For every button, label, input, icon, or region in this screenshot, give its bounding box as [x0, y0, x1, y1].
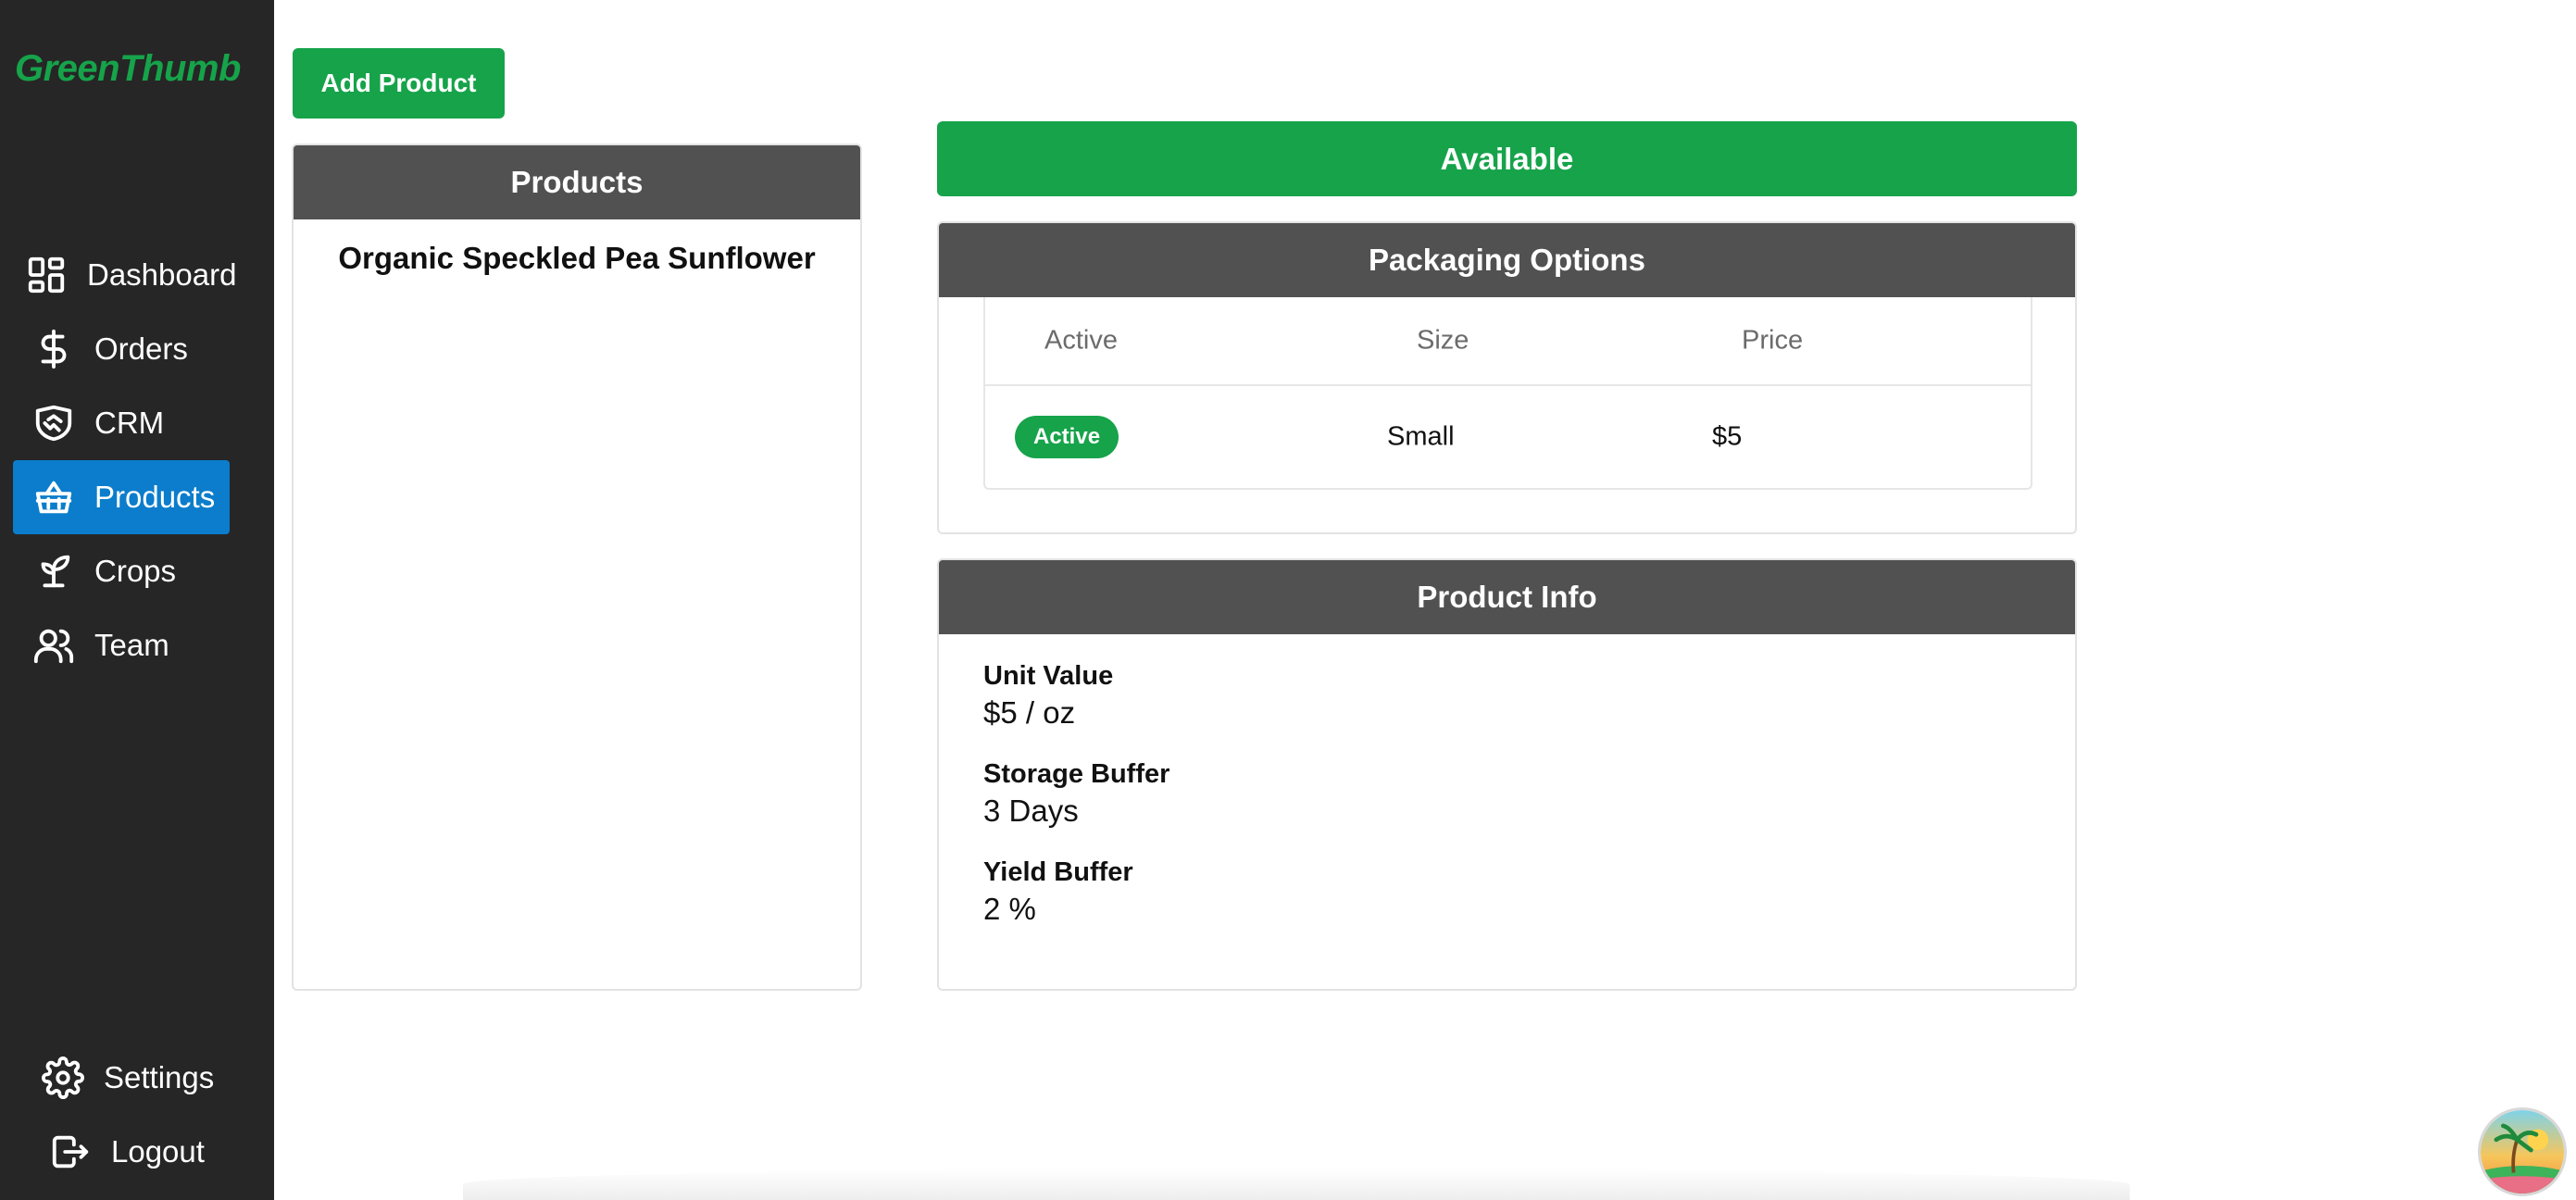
sidebar-item-label: Orders	[94, 331, 188, 366]
sidebar-item-label: Dashboard	[87, 257, 237, 292]
sidebar-item-logout[interactable]: Logout	[37, 1115, 216, 1189]
sidebar-item-label: Settings	[104, 1060, 215, 1094]
handshake-icon	[31, 401, 76, 445]
size-cell: Small	[1387, 421, 1455, 452]
products-panel: Products Organic Speckled Pea Sunflower	[292, 144, 862, 991]
table-header-row: Active Size Price	[985, 297, 2031, 386]
status-badge[interactable]: Active	[1015, 416, 1119, 458]
sidebar: GreenThumb Dashboard Orders CRM Products…	[0, 0, 274, 1200]
sidebar-item-label: Products	[94, 480, 216, 514]
unit-value-value: $5 / oz	[983, 695, 1076, 730]
storage-buffer-label: Storage Buffer	[983, 759, 1170, 789]
products-panel-title: Products	[294, 145, 860, 219]
sidebar-item-label: Crops	[94, 554, 177, 588]
product-info-title: Product Info	[939, 560, 2075, 634]
price-cell: $5	[1712, 421, 1743, 452]
product-info-body: Unit Value $5 / oz Storage Buffer 3 Days…	[939, 634, 2075, 929]
sidebar-item-crm[interactable]: CRM	[20, 386, 175, 460]
sidebar-item-dashboard[interactable]: Dashboard	[13, 238, 247, 312]
beach-palm-icon	[2481, 1110, 2564, 1194]
sprout-icon	[31, 549, 76, 594]
yield-buffer-label: Yield Buffer	[983, 857, 1133, 887]
sidebar-item-crops[interactable]: Crops	[20, 534, 187, 608]
column-header-price: Price	[1742, 325, 1804, 356]
unit-value-label: Unit Value	[983, 661, 1114, 691]
packaging-table: Active Size Price Active Small $5	[983, 297, 2032, 490]
product-list-item[interactable]: Organic Speckled Pea Sunflower	[294, 236, 860, 281]
logout-icon	[48, 1130, 93, 1174]
sidebar-item-label: Team	[94, 628, 169, 662]
product-info-panel: Product Info Unit Value $5 / oz Storage …	[937, 558, 2077, 991]
sidebar-item-label: CRM	[94, 406, 165, 440]
add-product-button[interactable]: Add Product	[293, 48, 505, 119]
basket-icon	[31, 475, 76, 519]
avatar[interactable]	[2478, 1107, 2567, 1196]
column-header-active: Active	[1044, 325, 1118, 356]
sidebar-item-team[interactable]: Team	[20, 608, 181, 682]
sidebar-item-label: Logout	[111, 1134, 205, 1169]
storage-buffer-value: 3 Days	[983, 794, 1079, 828]
brand-logo[interactable]: GreenThumb	[15, 48, 241, 90]
bottom-shadow	[463, 1169, 2130, 1200]
gear-icon	[41, 1056, 85, 1100]
availability-status-button[interactable]: Available	[937, 121, 2077, 196]
sidebar-item-orders[interactable]: Orders	[20, 312, 199, 386]
packaging-options-title: Packaging Options	[939, 223, 2075, 297]
packaging-options-panel: Packaging Options Active Size Price Acti…	[937, 221, 2077, 534]
sidebar-item-settings[interactable]: Settings	[30, 1041, 225, 1115]
sidebar-item-products[interactable]: Products	[13, 460, 230, 534]
dollar-icon	[31, 327, 76, 371]
column-header-size: Size	[1417, 325, 1469, 356]
dashboard-icon	[24, 253, 69, 297]
users-icon	[31, 623, 76, 668]
yield-buffer-value: 2 %	[983, 892, 1036, 926]
table-row[interactable]: Active Small $5	[985, 386, 2031, 488]
